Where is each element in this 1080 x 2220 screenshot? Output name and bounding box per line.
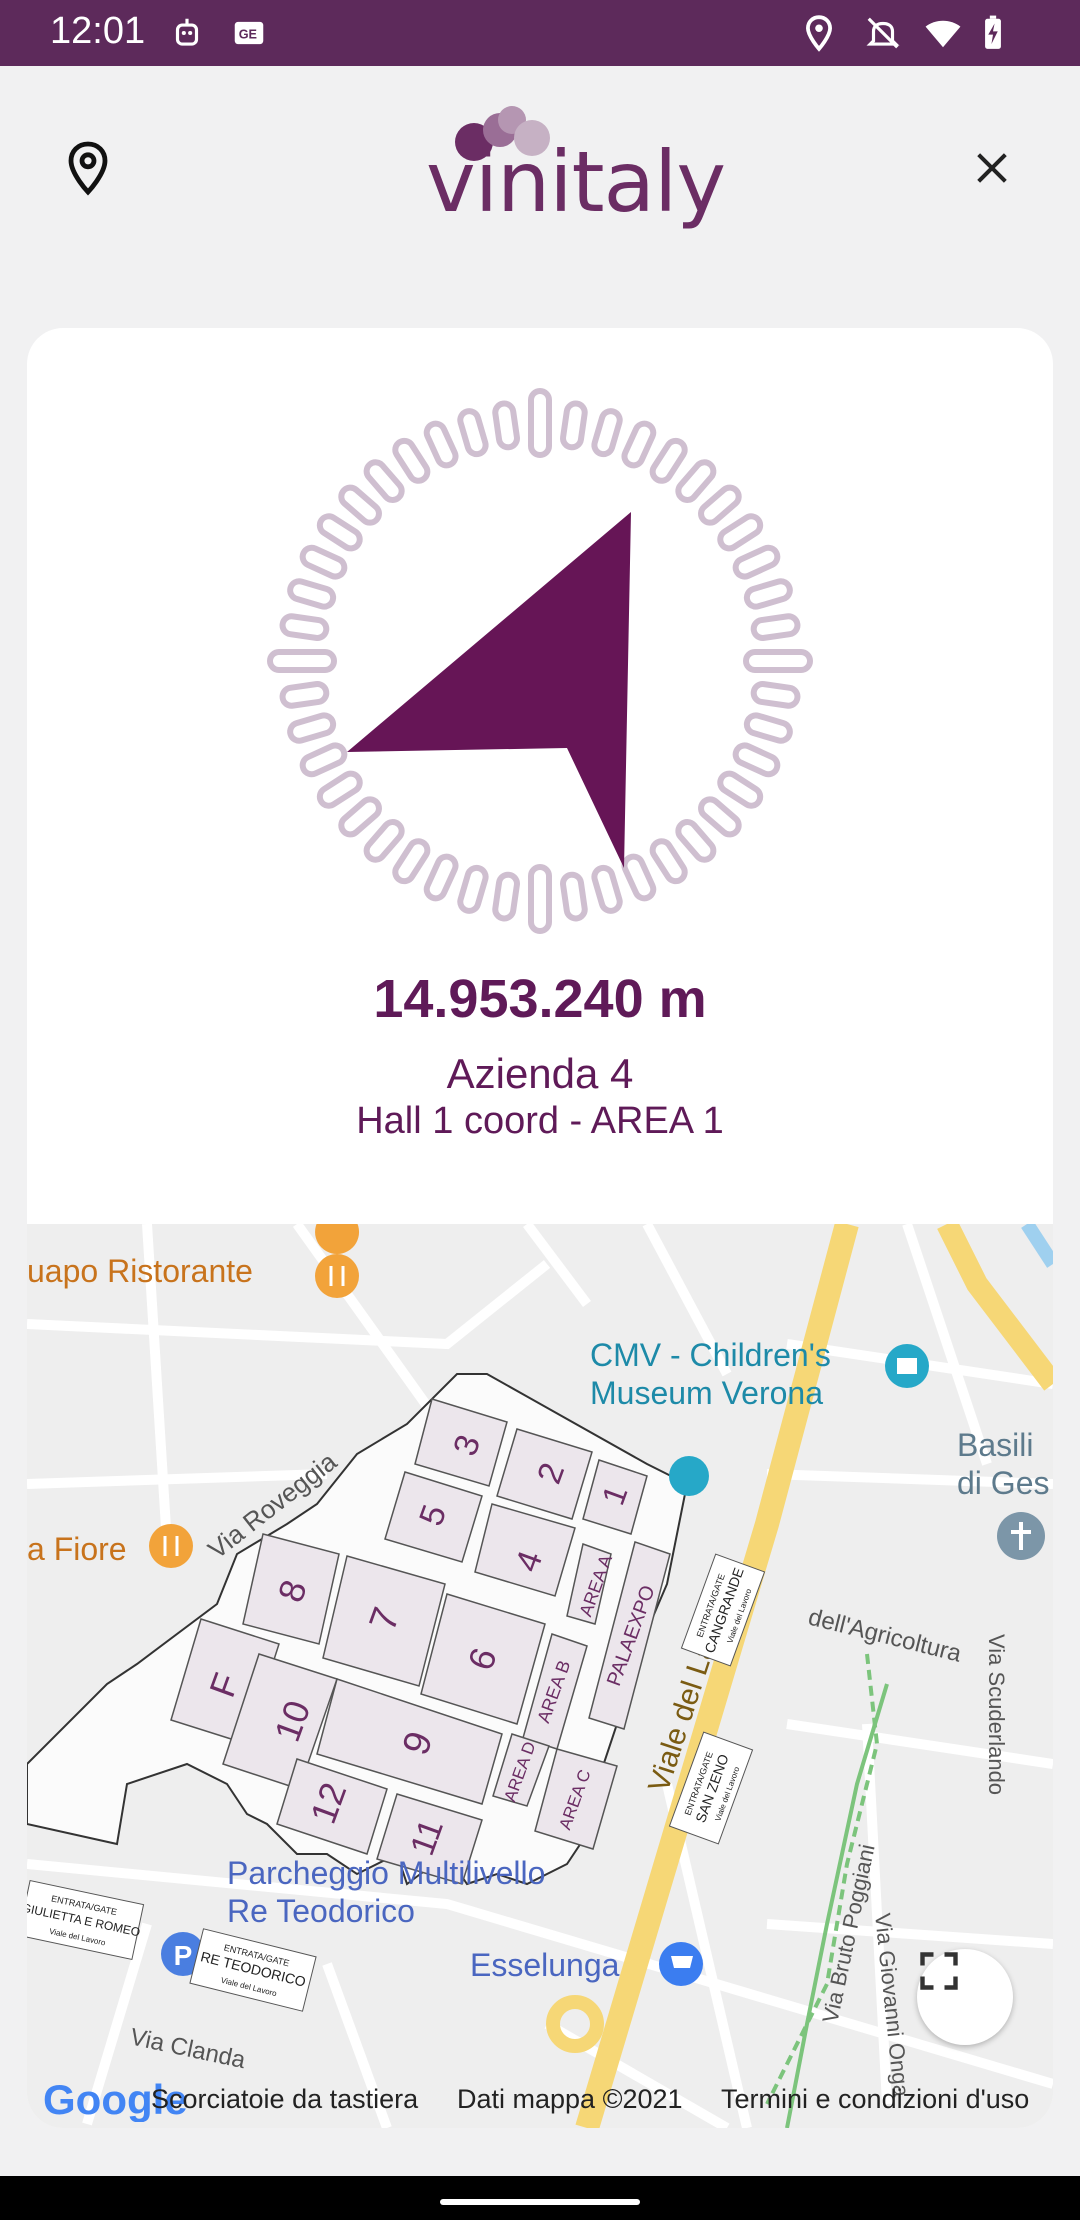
compass — [267, 388, 813, 934]
compass-tick — [698, 484, 742, 526]
location-pin-button[interactable] — [48, 128, 128, 208]
compass-tick — [717, 513, 764, 552]
compass-tick — [750, 613, 801, 641]
label-parcheggio-1: Parcheggio Multilivello — [227, 1855, 545, 1891]
compass-tick — [299, 544, 348, 580]
compass-tick — [492, 871, 520, 922]
compass-tick — [743, 649, 813, 673]
compass-tick — [717, 770, 764, 809]
status-time: 12:01 — [50, 10, 146, 52]
compass-tick — [743, 712, 793, 744]
compass-tick — [392, 838, 431, 885]
bell-off-icon — [866, 17, 900, 49]
compass-tick — [743, 578, 793, 610]
compass-tick — [363, 819, 405, 863]
compass-tick — [299, 742, 348, 778]
compass-tick — [338, 484, 382, 526]
label-museum-1: CMV - Children's — [590, 1337, 831, 1373]
compass-tick — [338, 796, 382, 838]
terms-link[interactable]: Termini e condizioni d'uso — [721, 2084, 1029, 2115]
compass-tick — [457, 864, 489, 914]
navigation-card: 14.953.240 m Azienda 4 Hall 1 coord - AR… — [27, 328, 1053, 2128]
home-indicator[interactable] — [440, 2199, 640, 2205]
compass-tick — [316, 770, 363, 809]
compass-tick — [423, 853, 459, 902]
svg-text:P: P — [174, 1940, 193, 1971]
label-restaurant: uapo Ristorante — [27, 1253, 253, 1289]
exhibitor-name: Azienda 4 — [446, 1050, 634, 1097]
compass-tick — [621, 853, 657, 902]
map-canvas[interactable]: 3 2 1 5 4 AREA A PALAEXPO 8 7 6 AREA B F… — [27, 1224, 1053, 2128]
restaurant-marker-2-icon — [149, 1524, 193, 1568]
compass-tick — [528, 388, 552, 458]
restaurant-marker-icon — [315, 1224, 360, 1298]
fullscreen-icon — [920, 1952, 958, 1990]
svg-text:GE: GE — [239, 28, 257, 42]
compass-tick — [732, 544, 781, 580]
compass-tick — [649, 437, 688, 484]
fullscreen-button[interactable] — [917, 1949, 1013, 2045]
close-button[interactable] — [952, 128, 1032, 208]
compass-tick — [423, 420, 459, 469]
museum-marker-icon — [885, 1344, 929, 1388]
news-icon: GE — [234, 21, 264, 45]
compass-tick — [732, 742, 781, 778]
compass-tick — [279, 681, 330, 709]
keyboard-shortcuts-link[interactable]: Scorciatoie da tastiera — [151, 2084, 418, 2115]
battery-charging-icon — [985, 15, 1001, 49]
system-nav-bar — [0, 2176, 1080, 2220]
compass-tick — [698, 796, 742, 838]
compass-tick — [287, 578, 337, 610]
compass-tick — [279, 613, 330, 641]
compass-tick — [528, 864, 552, 934]
app-header: vinitaly — [0, 66, 1080, 266]
label-basilica-2: di Ges — [957, 1465, 1049, 1501]
direction-arrow-icon — [347, 512, 631, 868]
distance-value: 14.953.240 m — [373, 969, 707, 1029]
label-scuderlando: Via Scuderlando — [984, 1634, 1009, 1795]
compass-tick — [267, 649, 337, 673]
compass-tick — [560, 871, 588, 922]
compass-tick — [591, 864, 623, 914]
compass-tick — [591, 408, 623, 458]
label-basilica-1: Basili — [957, 1427, 1033, 1463]
compass-tick — [457, 408, 489, 458]
compass-tick — [675, 819, 717, 863]
logo-text: vinitaly — [426, 133, 726, 231]
label-museum-2: Museum Verona — [590, 1375, 823, 1411]
cart-marker-icon — [659, 1942, 703, 1986]
compass-tick — [560, 400, 588, 451]
robot-icon — [175, 18, 199, 46]
compass-tick — [392, 437, 431, 484]
location-icon — [806, 15, 832, 52]
label-parcheggio-2: Re Teodorico — [227, 1893, 415, 1929]
compass-tick — [649, 838, 688, 885]
map-data-text: Dati mappa ©2021 — [457, 2084, 683, 2114]
church-marker-icon — [997, 1512, 1045, 1560]
compass-tick — [492, 400, 520, 451]
label-fiore: a Fiore — [27, 1531, 127, 1567]
compass-tick — [363, 459, 405, 503]
compass-tick — [750, 681, 801, 709]
map-view[interactable]: 3 2 1 5 4 AREA A PALAEXPO 8 7 6 AREA B F… — [27, 1224, 1053, 2128]
vinitaly-logo: vinitaly — [420, 102, 726, 232]
close-icon — [977, 153, 1007, 183]
label-esselunga: Esselunga — [470, 1947, 620, 1983]
compass-tick — [287, 712, 337, 744]
compass-tick — [621, 420, 657, 469]
compass-tick — [316, 513, 363, 552]
map-pin-icon — [669, 1456, 709, 1496]
status-bar: 12:01 GE — [0, 0, 1080, 66]
exhibitor-location: Hall 1 coord - AREA 1 — [356, 1100, 724, 1142]
location-pin-icon — [68, 141, 108, 196]
map-footer: Google Scorciatoie da tastiera Dati mapp… — [27, 2076, 1053, 2122]
compass-tick — [675, 459, 717, 503]
wifi-icon — [925, 20, 961, 48]
